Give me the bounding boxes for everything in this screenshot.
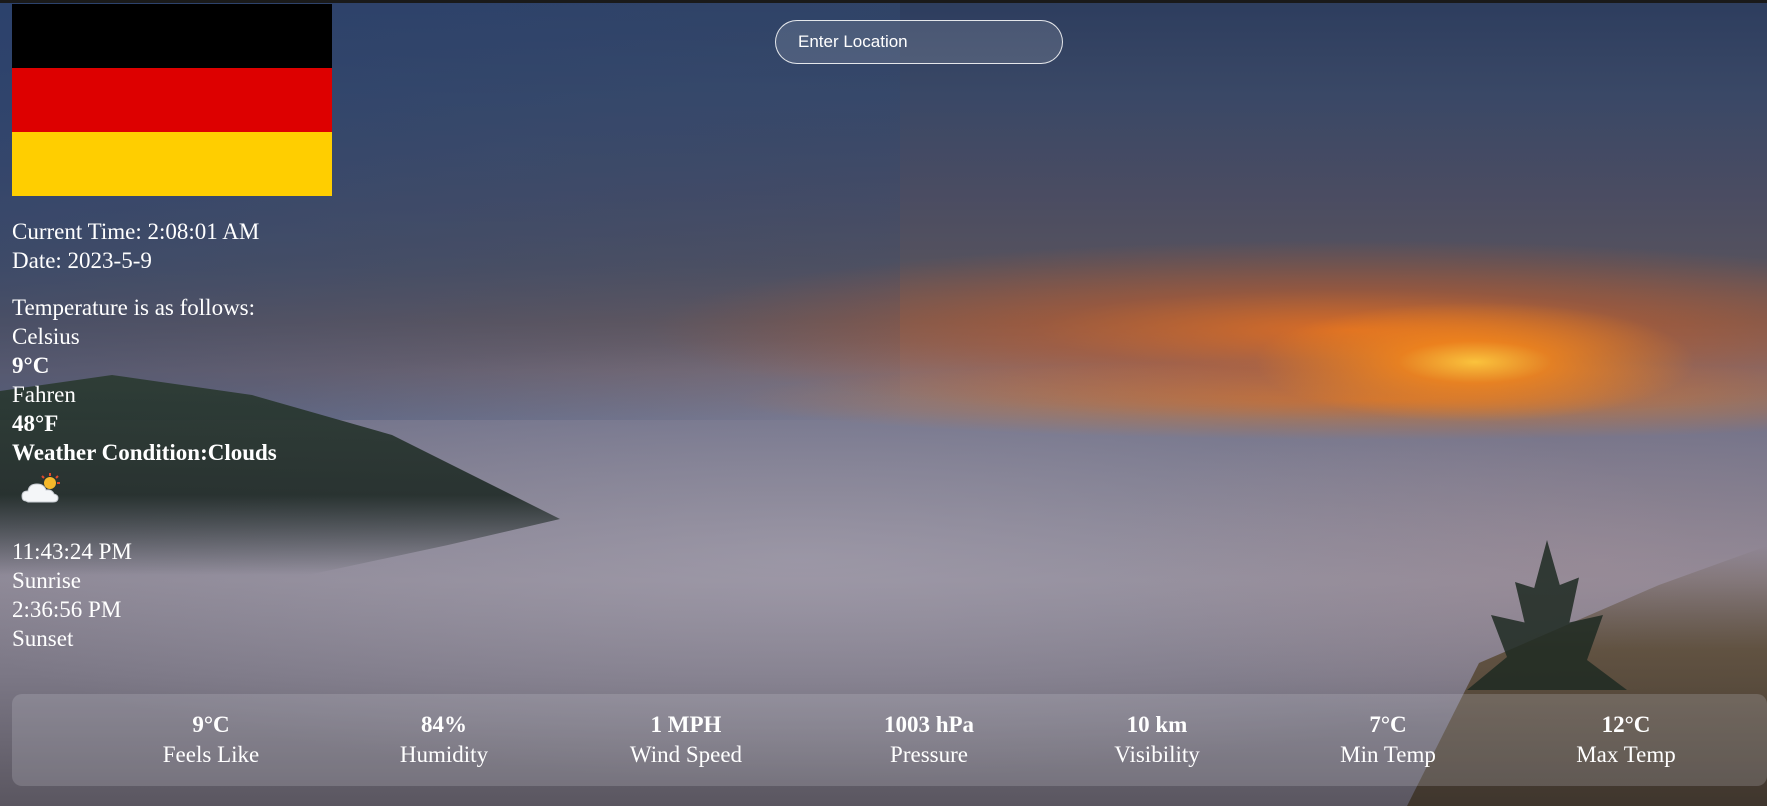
stat-label: Visibility	[1114, 742, 1200, 767]
stat-label: Min Temp	[1340, 742, 1436, 767]
stat-value: 1003 hPa	[883, 712, 975, 737]
stat-value: 1 MPH	[650, 712, 722, 737]
stat-feels-like: 9°C Feels Like	[101, 710, 321, 770]
stat-min-temp: 7°C Min Temp	[1278, 710, 1498, 770]
stat-wind-speed: 1 MPH Wind Speed	[576, 710, 796, 770]
sunset-time: 2:36:56 PM	[12, 597, 122, 622]
top-border	[0, 0, 1767, 3]
fahrenheit-label: Fahren	[12, 382, 76, 407]
fahrenheit-value: 48°F	[12, 411, 59, 436]
stat-humidity: 84% Humidity	[334, 710, 554, 770]
stat-value: 12°C	[1601, 712, 1651, 737]
sunset-label: Sunset	[12, 626, 74, 651]
country-flag	[12, 4, 332, 196]
current-time: Current Time: 2:08:01 AM	[12, 219, 260, 244]
temperature-heading: Temperature is as follows:	[12, 295, 256, 320]
stat-value: 7°C	[1369, 712, 1407, 737]
stat-max-temp: 12°C Max Temp	[1516, 710, 1736, 770]
celsius-label: Celsius	[12, 324, 80, 349]
stat-label: Wind Speed	[629, 742, 743, 767]
weather-condition: Weather Condition:Clouds	[12, 440, 277, 465]
flag-stripe-red	[12, 68, 332, 132]
stat-value: 10 km	[1126, 712, 1188, 737]
current-date: Date: 2023-5-9	[12, 248, 152, 273]
flag-stripe-gold	[12, 132, 332, 196]
stat-label: Humidity	[399, 742, 489, 767]
location-search-input[interactable]	[775, 20, 1063, 64]
stat-label: Pressure	[890, 742, 968, 767]
flag-stripe-black	[12, 4, 332, 68]
celsius-value: 9°C	[12, 353, 50, 378]
sunrise-time: 11:43:24 PM	[12, 539, 132, 564]
stat-label: Feels Like	[162, 742, 260, 767]
stat-pressure: 1003 hPa Pressure	[819, 710, 1039, 770]
stat-value: 84%	[421, 712, 467, 737]
weather-stats-bar: 9°C Feels Like 84% Humidity 1 MPH Wind S…	[12, 694, 1767, 786]
stat-visibility: 10 km Visibility	[1047, 710, 1267, 770]
stat-value: 9°C	[192, 712, 230, 737]
stat-label: Max Temp	[1576, 742, 1676, 767]
cloud-sun-icon	[18, 471, 66, 511]
sunrise-label: Sunrise	[12, 568, 81, 593]
weather-info-panel: Current Time: 2:08:01 AM Date: 2023-5-9 …	[12, 217, 277, 653]
